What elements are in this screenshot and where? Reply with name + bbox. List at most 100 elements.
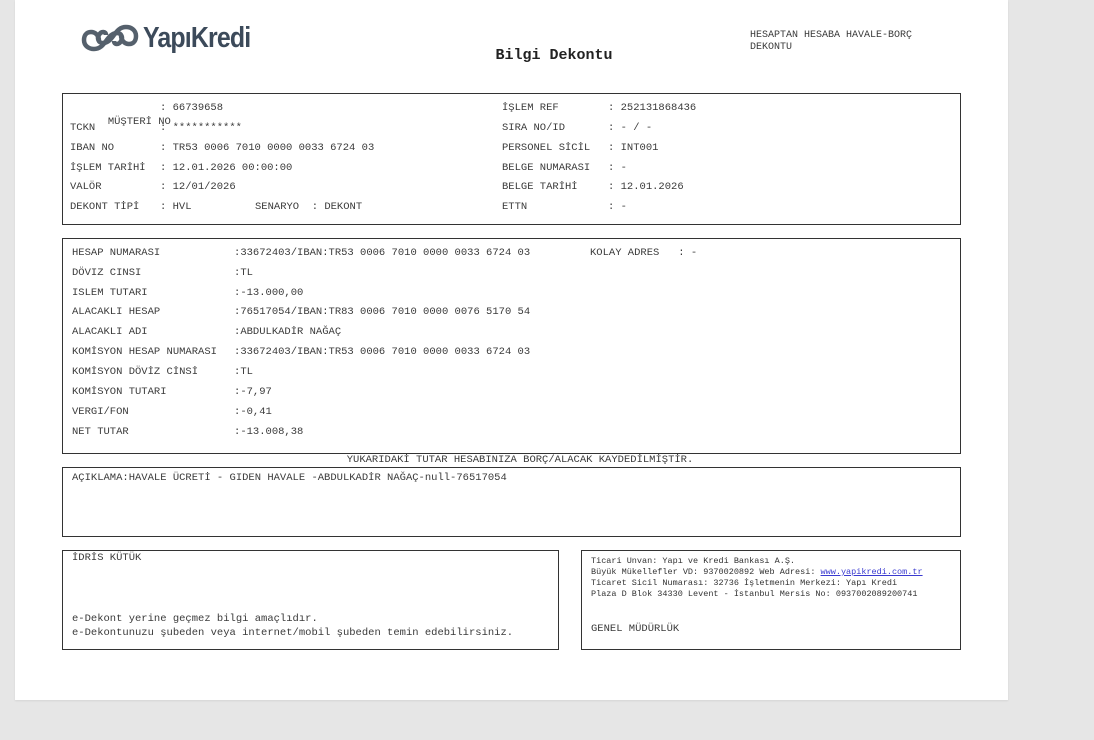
- info-value-valor: 12/01/2026: [172, 181, 236, 193]
- info-label: İŞLEM REF: [502, 102, 559, 114]
- detail-value-creditor-account: 76517054/IBAN:TR83 0006 7010 0000 0076 5…: [240, 306, 531, 318]
- colon: : -: [608, 162, 627, 174]
- info-row-belge-tarihi: BELGE TARİHİ: [502, 180, 578, 194]
- kolay-adres: KOLAY ADRES : -: [590, 247, 698, 259]
- detail-value-row: :ABDULKADİR NAĞAÇ: [234, 326, 342, 338]
- description-box: AÇIKLAMA:HAVALE ÜCRETİ - GIDEN HAVALE -A…: [62, 467, 961, 537]
- colon: : HVL: [160, 201, 192, 213]
- info-value-type: HVL: [172, 201, 192, 213]
- info-value-customer-no: 66739658: [172, 102, 224, 114]
- detail-value-row: :-0,41: [234, 406, 272, 418]
- info-row-sira: SIRA NO/ID: [502, 121, 565, 135]
- scenario-value: DEKONT: [324, 201, 363, 213]
- bank-line-2: Büyük Mükellefler VD: 9370020892 Web Adr…: [591, 567, 923, 578]
- kolay-adres-value: -: [690, 247, 698, 259]
- detail-label: KOMİSYON TUTARI: [72, 386, 167, 398]
- colon: : 66739658: [160, 102, 224, 114]
- info-row-customer-no: MÜŞTERİ NO: [70, 101, 171, 128]
- detail-label: ISLEM TUTARI: [72, 287, 148, 299]
- notice-text: YUKARIDAKİ TUTAR HESABINIZA BORÇ/ALACAK …: [346, 454, 694, 466]
- info-row-valor: VALÖR: [70, 180, 102, 194]
- colon: : - / -: [608, 122, 653, 134]
- detail-value-row: :TL: [234, 267, 253, 279]
- detail-value-tax: -0,41: [240, 406, 272, 418]
- info-value-iban: TR53 0006 7010 0000 0033 6724 03: [172, 142, 375, 154]
- bank-branch: GENEL MÜDÜRLÜK: [591, 623, 680, 635]
- info-value-date: 12.01.2026 00:00:00: [172, 162, 293, 174]
- detail-value-creditor-name: ABDULKADİR NAĞAÇ: [240, 326, 342, 338]
- info-label: IBAN NO: [70, 142, 115, 154]
- info-value-ref: 252131868436: [620, 102, 697, 114]
- document-type: HESAPTAN HESABA HAVALE-BORÇ DEKONTU: [750, 30, 913, 53]
- info-value-sira: - / -: [620, 122, 653, 134]
- detail-value-currency: TL: [240, 267, 253, 279]
- info-row-ettn: ETTN: [502, 200, 527, 214]
- info-box: MÜŞTERİ NO TCKN IBAN NO İŞLEM TARİHİ VAL…: [62, 93, 961, 225]
- colon: : 12.01.2026 00:00:00: [160, 162, 293, 174]
- scenario-label: SENARYO: [255, 201, 300, 213]
- info-row-tckn: TCKN: [70, 121, 95, 135]
- bank-info-box: Ticari Unvan: Yapı ve Kredi Bankası A.Ş.…: [581, 550, 961, 650]
- info-value-belge-no: -: [620, 162, 627, 174]
- colon: : INT001: [608, 142, 659, 154]
- detail-label: VERGI/FON: [72, 406, 129, 418]
- colon: : TR53 0006 7010 0000 0033 6724 03: [160, 142, 375, 154]
- detail-label: KOMİSYON DÖVİZ CİNSİ: [72, 366, 199, 378]
- detail-value-net: -13.008,38: [240, 426, 304, 438]
- customer-box: İDRİS KÜTÜK e-Dekont yerine geçmez bilgi…: [62, 550, 559, 650]
- info-row-personel: PERSONEL SİCİL: [502, 141, 590, 155]
- info-scenario: SENARYO : DEKONT: [255, 201, 363, 213]
- info-row-date: İŞLEM TARİHİ: [70, 161, 146, 175]
- description-text: AÇIKLAMA:HAVALE ÜCRETİ - GIDEN HAVALE -A…: [72, 472, 507, 484]
- detail-value-row: :76517054/IBAN:TR83 0006 7010 0000 0076 …: [234, 306, 531, 318]
- info-label: VALÖR: [70, 181, 102, 193]
- detail-value-row: :-13.000,00: [234, 287, 304, 299]
- info-row-type: DEKONT TİPİ: [70, 200, 139, 214]
- info-value-personel: INT001: [620, 142, 659, 154]
- bank-line-1: Ticari Unvan: Yapı ve Kredi Bankası A.Ş.: [591, 556, 796, 566]
- colon: : -: [608, 201, 627, 213]
- colon: : 12.01.2026: [608, 181, 684, 193]
- customer-name: İDRİS KÜTÜK: [72, 552, 142, 564]
- info-row-ref: İŞLEM REF: [502, 101, 559, 115]
- info-value-ettn: -: [620, 201, 627, 213]
- info-label: ETTN: [502, 201, 528, 213]
- colon: : 12/01/2026: [160, 181, 236, 193]
- info-label: SIRA NO/ID: [502, 122, 566, 134]
- info-row-iban: IBAN NO: [70, 141, 114, 155]
- bank-line-2-prefix: Büyük Mükellefler VD: 9370020892 Web Adr…: [591, 567, 821, 577]
- detail-value-commission-currency: TL: [240, 366, 253, 378]
- detail-label: NET TUTAR: [72, 426, 129, 438]
- bank-website-link[interactable]: www.yapikredi.com.tr: [821, 567, 923, 577]
- info-value-tckn: ***********: [172, 122, 242, 134]
- detail-label: HESAP NUMARASI: [72, 247, 161, 259]
- info-label: İŞLEM TARİHİ: [70, 162, 146, 174]
- detail-value-row: :33672403/IBAN:TR53 0006 7010 0000 0033 …: [234, 346, 531, 358]
- detail-label: DÖVIZ CINSI: [72, 267, 142, 279]
- info-label: TCKN: [70, 122, 96, 134]
- receipt-page: YapıKredi Bilgi Dekontu HESAPTAN HESABA …: [15, 0, 1008, 700]
- info-label: DEKONT TİPİ: [70, 201, 140, 213]
- detail-value-commission-account: 33672403/IBAN:TR53 0006 7010 0000 0033 6…: [240, 346, 531, 358]
- info-label: PERSONEL SİCİL: [502, 142, 591, 154]
- info-value-belge-tarihi: 12.01.2026: [620, 181, 684, 193]
- detail-value-row: :-7,97: [234, 386, 272, 398]
- detail-value-row: :-13.008,38: [234, 426, 304, 438]
- detail-label: KOMİSYON HESAP NUMARASI: [72, 346, 217, 358]
- detail-label: ALACAKLI HESAP: [72, 306, 161, 318]
- details-box: HESAP NUMARASI DÖVIZ CINSI ISLEM TUTARI …: [62, 238, 961, 454]
- detail-value-row: :33672403/IBAN:TR53 0006 7010 0000 0033 …: [234, 247, 531, 259]
- detail-value-commission-amount: -7,97: [240, 386, 272, 398]
- info-row-belge-no: BELGE NUMARASI: [502, 161, 590, 175]
- detail-value-row: :TL: [234, 366, 253, 378]
- colon: : 252131868436: [608, 102, 697, 114]
- info-label: BELGE NUMARASI: [502, 162, 591, 174]
- bank-line-3: Ticaret Sicil Numarası: 32736 İşletmenin…: [591, 578, 898, 588]
- detail-value-amount: -13.000,00: [240, 287, 304, 299]
- detail-value-account: 33672403/IBAN:TR53 0006 7010 0000 0033 6…: [240, 247, 531, 259]
- bank-line-4: Plaza D Blok 34330 Levent - İstanbul Mer…: [591, 589, 918, 599]
- customer-note-2: e-Dekontunuzu şubeden veya internet/mobi…: [72, 627, 514, 639]
- info-label: BELGE TARİHİ: [502, 181, 578, 193]
- kolay-adres-label: KOLAY ADRES: [590, 247, 660, 259]
- colon: : ***********: [160, 122, 242, 134]
